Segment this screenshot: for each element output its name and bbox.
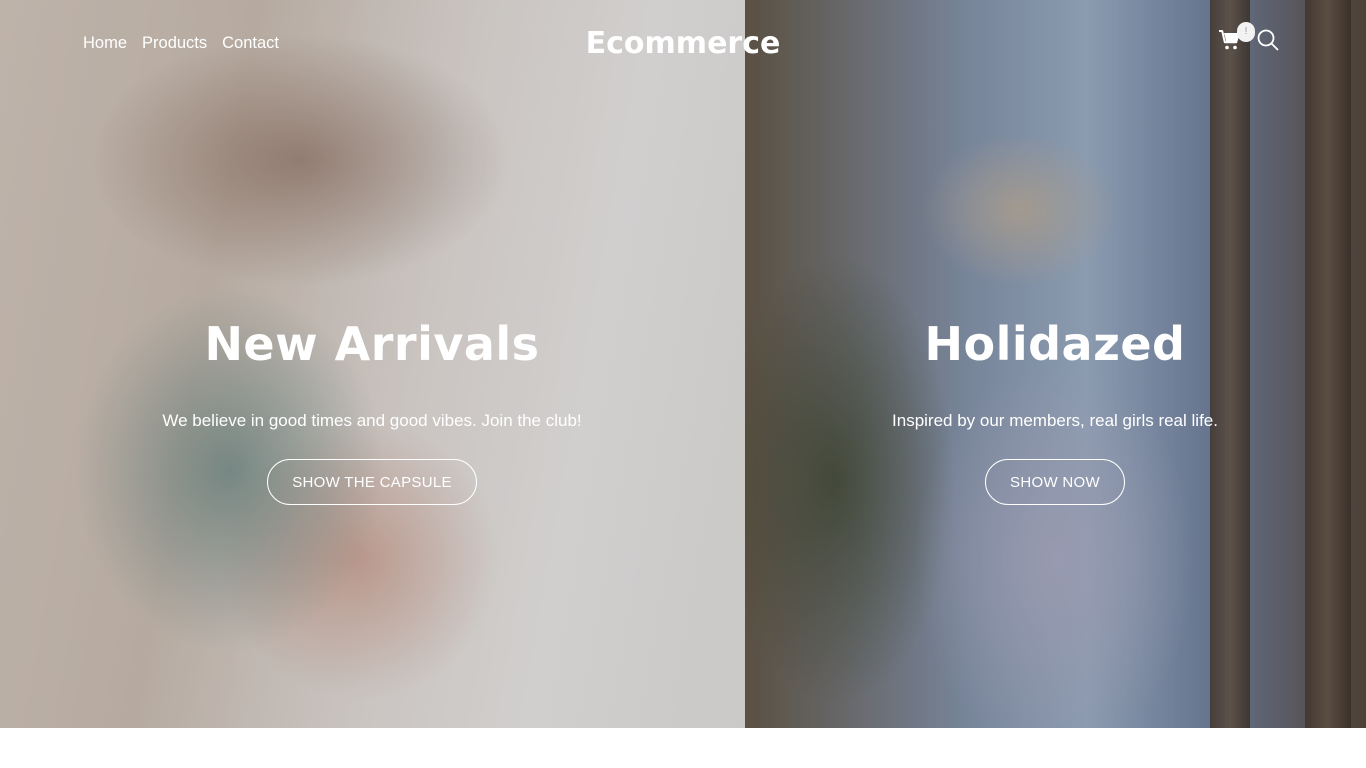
header-actions: ! bbox=[1218, 22, 1282, 54]
hero-new-arrivals-title: New Arrivals bbox=[204, 317, 540, 371]
hero-holidazed-title: Holidazed bbox=[924, 317, 1186, 371]
hero-holidazed-content: Holidazed Inspired by our members, real … bbox=[755, 316, 1355, 505]
search-icon bbox=[1257, 29, 1279, 51]
hero-holidazed-subtitle: Inspired by our members, real girls real… bbox=[892, 411, 1218, 430]
site-logo[interactable]: Ecommerce bbox=[0, 26, 1366, 62]
hero-new-arrivals: New Arrivals We believe in good times an… bbox=[0, 0, 745, 728]
hero-holidazed: Holidazed Inspired by our members, real … bbox=[745, 0, 1366, 728]
page: New Arrivals We believe in good times an… bbox=[0, 0, 1366, 768]
cart-count-badge: ! bbox=[1237, 22, 1255, 42]
search-button[interactable] bbox=[1256, 28, 1282, 54]
show-now-button[interactable]: SHOW NOW bbox=[985, 459, 1125, 505]
hero-new-arrivals-subtitle: We believe in good times and good vibes.… bbox=[162, 411, 582, 430]
hero-new-arrivals-content: New Arrivals We believe in good times an… bbox=[72, 316, 672, 505]
site-header: Home Products Contact Ecommerce ! bbox=[0, 0, 1366, 90]
cart-button[interactable]: ! bbox=[1218, 22, 1255, 54]
show-the-capsule-button[interactable]: SHOW THE CAPSULE bbox=[267, 459, 477, 505]
content-card bbox=[83, 728, 1283, 768]
